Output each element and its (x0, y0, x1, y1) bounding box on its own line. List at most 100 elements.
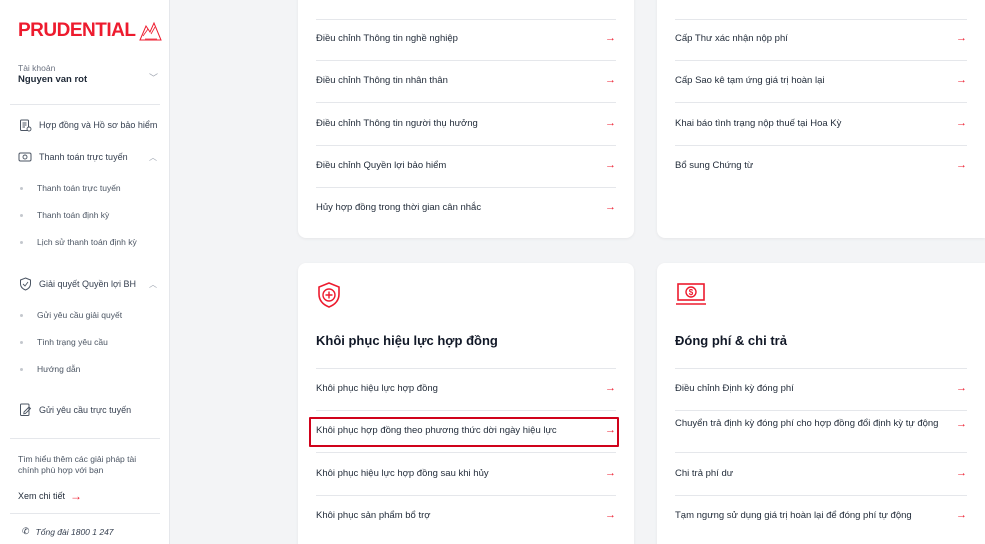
see-more-link[interactable]: Xem chi tiết → (18, 489, 82, 503)
selection-highlight (309, 417, 619, 447)
bullet (20, 186, 23, 190)
list-item[interactable]: Tạm ngưng sử dụng giá trị hoàn lại để đó… (675, 509, 967, 521)
list-item-label: Chuyển trả định kỳ đóng phí cho hợp đồng… (675, 418, 939, 429)
sub-claim-status-label: Tình trạng yêu cầu (37, 337, 108, 347)
card-payment: $ Đóng phí & chi trả Điều chỉnh Định kỳ … (657, 263, 985, 544)
prudential-logo[interactable]: PRUDENTIAL (18, 20, 163, 42)
sub-payment-history[interactable]: Lịch sử thanh toán định kỳ (20, 237, 137, 247)
arrow-right-icon: → (605, 467, 616, 479)
list-item-label: Khôi phục hiệu lực hợp đồng sau khi hủy (316, 467, 489, 479)
sub-guide-label: Hướng dẫn (37, 364, 81, 374)
row-divider (675, 368, 967, 369)
chevron-up-icon[interactable]: ︿ (149, 279, 157, 290)
list-item[interactable]: Chi trả phí dư → (675, 467, 967, 479)
list-item-label: Cấp Sao kê tạm ứng giá trị hoàn lại (675, 74, 825, 86)
arrow-right-icon: → (605, 382, 616, 394)
shield-plus-icon (318, 282, 340, 308)
card-payment-icon (18, 150, 32, 164)
nav-online-request[interactable]: Gửi yêu cầu trực tuyến (18, 403, 163, 417)
list-item-label: Khôi phục sản phẩm bổ trợ (316, 509, 431, 521)
sub-submit-claim[interactable]: Gửi yêu cầu giải quyết (20, 310, 122, 320)
hotline[interactable]: ✆ Tổng đài 1800 1 247 (22, 526, 114, 537)
chevron-up-icon[interactable]: ︿ (149, 152, 157, 163)
logo-text: PRUDENTIAL (18, 20, 136, 41)
card-title: Đóng phí & chi trả (675, 333, 787, 348)
account-name: Nguyen van rot (18, 74, 88, 85)
arrow-right-icon: → (70, 489, 83, 503)
list-item-label: Khôi phục hiệu lực hợp đồng (316, 382, 438, 394)
list-item[interactable]: Bổ sung Chứng từ → (675, 159, 967, 171)
list-item[interactable]: Khai báo tình trạng nộp thuế tại Hoa Kỳ → (675, 117, 967, 129)
list-item-label: Chi trả phí dư (675, 467, 734, 479)
list-item[interactable]: Cấp Thư xác nhận nộp phí → (675, 32, 967, 44)
list-item[interactable]: Cấp Sao kê tạm ứng giá trị hoàn lại → (675, 74, 967, 86)
arrow-right-icon: → (956, 467, 967, 479)
arrow-right-icon: → (956, 382, 967, 394)
arrow-right-icon: → (605, 74, 616, 86)
sub-claim-status[interactable]: Tình trạng yêu cầu (20, 337, 108, 347)
list-item[interactable]: Điều chỉnh Thông tin nhân thân → (316, 74, 616, 86)
divider (10, 104, 160, 105)
row-divider (316, 60, 616, 61)
row-divider (675, 495, 967, 496)
row-divider (316, 19, 616, 20)
list-item-label: Điều chỉnh Quyền lợi bảo hiểm (316, 159, 447, 171)
promo-text: Tìm hiểu thêm các giải pháp tài chính ph… (18, 454, 137, 475)
card-reinstatement: Khôi phục hiệu lực hợp đồng Khôi phục hi… (298, 263, 634, 544)
list-item-label: Tạm ngưng sử dụng giá trị hoàn lại để đó… (675, 509, 912, 521)
row-divider (316, 368, 616, 369)
list-item[interactable]: Khôi phục sản phẩm bổ trợ → (316, 509, 616, 521)
divider (10, 513, 160, 514)
sub-guide[interactable]: Hướng dẫn (20, 364, 80, 374)
list-item[interactable]: Điều chỉnh Định kỳ đóng phí → (675, 382, 967, 394)
card-certificates: Cấp Thư xác nhận nộp phí → Cấp Sao kê tạm… (657, 0, 985, 238)
sub-online-payment[interactable]: Thanh toán trực tuyến (20, 183, 121, 193)
list-item[interactable]: Hủy hợp đồng trong thời gian cân nhắc → (316, 201, 616, 213)
arrow-right-icon: → (605, 117, 616, 129)
sidebar: PRUDENTIAL Tài khoản Nguyen van rot ﹀ Hợ… (0, 0, 170, 544)
nav-claims[interactable]: Giải quyết Quyền lợi BH ︿ (18, 277, 163, 291)
list-item-label: Điều chỉnh Thông tin nghề nghiệp (316, 32, 458, 44)
row-divider (675, 452, 967, 453)
arrow-right-icon: → (956, 509, 967, 521)
list-item-label: Khai báo tình trạng nộp thuế tại Hoa Kỳ (675, 117, 842, 129)
sub-submit-claim-label: Gửi yêu cầu giải quyết (37, 310, 123, 320)
bullet (20, 313, 23, 317)
arrow-right-icon: → (605, 509, 616, 521)
arrow-right-icon: → (956, 159, 967, 171)
card-title: Khôi phục hiệu lực hợp đồng (316, 333, 498, 348)
list-item[interactable]: Điều chỉnh Thông tin nghề nghiệp → (316, 32, 616, 44)
row-divider (316, 102, 616, 103)
list-item[interactable]: Chuyển trả định kỳ đóng phí cho hợp đồng… (675, 418, 967, 430)
row-divider (675, 60, 967, 61)
svg-text:$: $ (689, 288, 694, 297)
phone-icon: ✆ (22, 526, 30, 536)
list-item[interactable]: Khôi phục hiệu lực hợp đồng → (316, 382, 616, 394)
list-item[interactable]: Khôi phục hiệu lực hợp đồng sau khi hủy → (316, 467, 616, 479)
nav-online-payment-label: Thanh toán trực tuyến (39, 152, 128, 162)
sub-recurring-payment-label: Thanh toán định kỳ (37, 210, 110, 220)
nav-contracts[interactable]: Hợp đồng và Hồ sơ bảo hiểm (18, 118, 163, 132)
document-icon (18, 118, 32, 132)
account-selector[interactable]: Tài khoản Nguyen van rot ﹀ (18, 63, 158, 85)
bullet (20, 340, 23, 344)
nav-online-payment[interactable]: Thanh toán trực tuyến ︿ (18, 150, 163, 164)
list-item-label: Cấp Thư xác nhận nộp phí (675, 32, 788, 44)
rock-logo-icon (139, 21, 163, 41)
row-divider (316, 495, 616, 496)
list-item[interactable]: Điều chỉnh Quyền lợi bảo hiểm → (316, 159, 616, 171)
bullet (20, 213, 23, 217)
shield-icon (18, 277, 32, 291)
arrow-right-icon: → (956, 32, 967, 44)
bullet (20, 367, 23, 371)
row-divider (316, 145, 616, 146)
sub-payment-history-label: Lịch sử thanh toán định kỳ (37, 237, 137, 247)
row-divider (675, 102, 967, 103)
divider (10, 438, 160, 439)
list-item-label: Điều chỉnh Định kỳ đóng phí (675, 382, 794, 394)
list-item-label: Bổ sung Chứng từ (675, 159, 754, 171)
sub-recurring-payment[interactable]: Thanh toán định kỳ (20, 210, 109, 220)
nav-claims-label: Giải quyết Quyền lợi BH (39, 279, 136, 289)
list-item[interactable]: Điều chỉnh Thông tin người thụ hưởng → (316, 117, 616, 129)
row-divider (316, 410, 616, 411)
